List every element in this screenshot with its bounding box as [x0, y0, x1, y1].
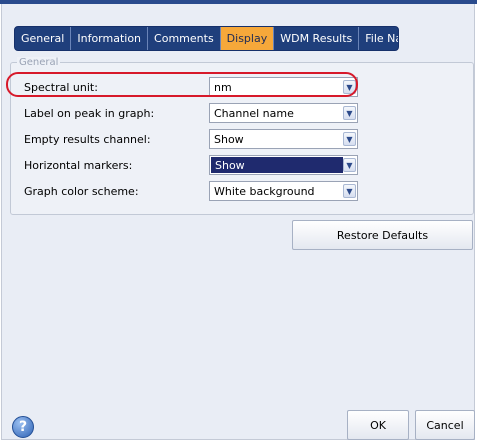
settings-dialog: General Information Comments Display WDM… [1, 4, 475, 440]
spectral-unit-value: nm [214, 80, 232, 94]
group-legend: General [17, 57, 61, 68]
label-on-peak-select[interactable]: Channel name ▼ [209, 103, 358, 123]
tab-file-name[interactable]: File Name [359, 27, 398, 50]
help-icon[interactable]: ? [12, 416, 34, 438]
spectral-unit-row: Spectral unit: [24, 77, 209, 97]
empty-results-label: Empty results channel: [24, 132, 151, 146]
spectral-unit-label: Spectral unit: [24, 80, 98, 94]
tab-wdm-results[interactable]: WDM Results [274, 27, 360, 50]
chevron-down-icon[interactable]: ▼ [343, 80, 356, 94]
ok-button[interactable]: OK [347, 410, 409, 440]
graph-color-label: Graph color scheme: [24, 184, 139, 198]
tab-information[interactable]: Information [71, 27, 149, 50]
general-group: General Spectral unit: nm ▼ Label on pea… [10, 57, 474, 215]
tab-general[interactable]: General [15, 27, 72, 50]
empty-results-select[interactable]: Show ▼ [209, 129, 358, 149]
chevron-down-icon[interactable]: ▼ [343, 158, 356, 172]
chevron-down-icon[interactable]: ▼ [343, 132, 356, 146]
tab-comments[interactable]: Comments [148, 27, 221, 50]
horizontal-markers-select[interactable]: Show ▼ [209, 155, 358, 175]
graph-color-value: White background [214, 184, 315, 198]
chevron-down-icon[interactable]: ▼ [343, 184, 356, 198]
horizontal-markers-value: Show [211, 157, 343, 173]
graph-color-select[interactable]: White background ▼ [209, 181, 358, 201]
empty-results-value: Show [214, 132, 244, 146]
chevron-down-icon[interactable]: ▼ [343, 106, 356, 120]
empty-results-row: Empty results channel: [24, 129, 209, 149]
tab-display[interactable]: Display [220, 27, 275, 50]
cancel-button[interactable]: Cancel [415, 410, 475, 440]
horizontal-markers-label: Horizontal markers: [24, 158, 133, 172]
spectral-unit-select[interactable]: nm ▼ [209, 77, 358, 97]
label-on-peak-value: Channel name [214, 106, 294, 120]
tab-bar: General Information Comments Display WDM… [14, 26, 399, 51]
restore-defaults-button[interactable]: Restore Defaults [292, 220, 473, 250]
label-on-peak-label: Label on peak in graph: [24, 106, 155, 120]
graph-color-row: Graph color scheme: [24, 181, 209, 201]
horizontal-markers-row: Horizontal markers: [24, 155, 209, 175]
label-on-peak-row: Label on peak in graph: [24, 103, 209, 123]
